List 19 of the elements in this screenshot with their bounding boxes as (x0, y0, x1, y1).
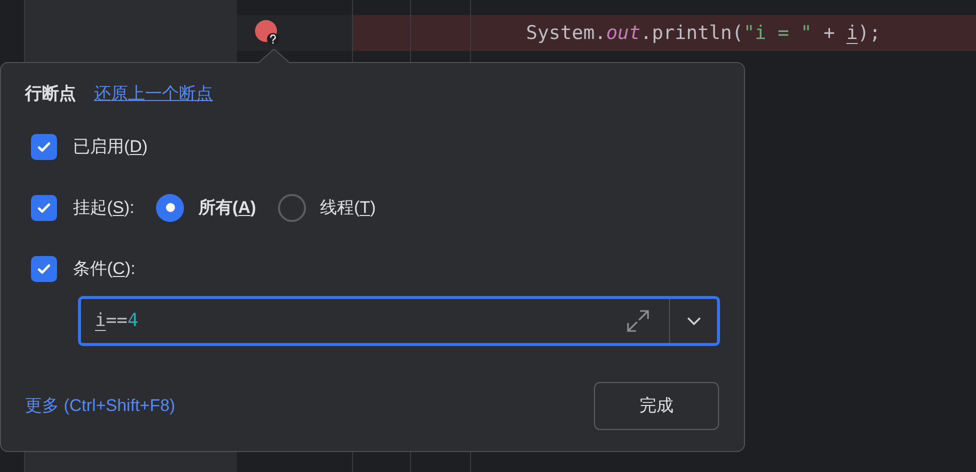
popup-title: 行断点 (25, 83, 76, 105)
suspend-label: 挂起(S): (73, 196, 134, 219)
more-link[interactable]: 更多 (Ctrl+Shift+F8) (25, 392, 176, 418)
done-button[interactable]: 完成 (594, 382, 719, 430)
condition-field[interactable]: i==4 (78, 296, 720, 346)
enabled-label: 已启用(D) (73, 136, 148, 158)
radio-label: 所有(A) (198, 196, 256, 219)
condition-label: 条件(C): (73, 258, 136, 280)
radio-button[interactable] (156, 194, 184, 222)
radio-button[interactable] (278, 194, 306, 222)
radio-label: 线程(T) (320, 196, 376, 219)
checkbox[interactable] (31, 194, 57, 220)
condition-text: i==4 (95, 310, 138, 331)
checkbox[interactable] (31, 134, 57, 160)
checkbox[interactable] (31, 256, 57, 282)
breakpoint-icon[interactable] (254, 19, 282, 47)
expand-icon[interactable] (625, 308, 651, 334)
restore-link[interactable]: 还原上一个断点 (94, 81, 213, 106)
dropdown-chevron-icon[interactable] (686, 316, 702, 326)
